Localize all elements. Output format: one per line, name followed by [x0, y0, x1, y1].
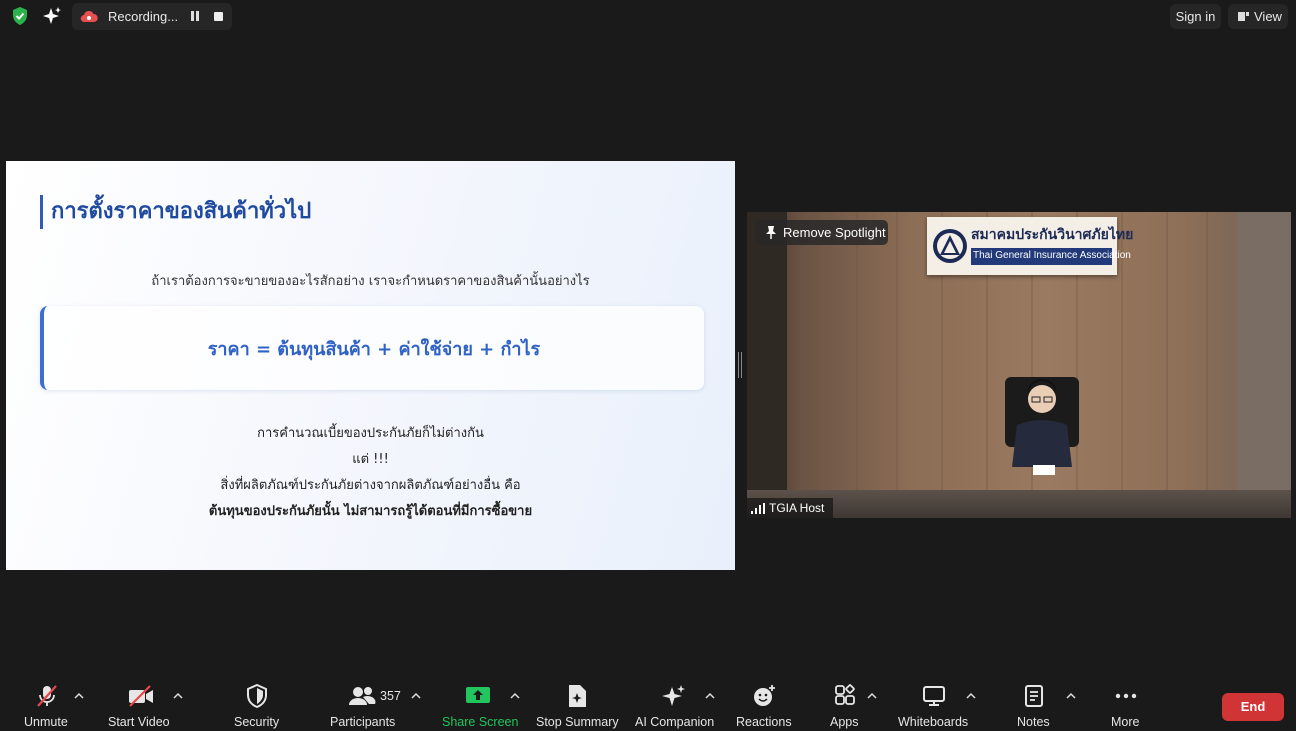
participant-name: TGIA Host — [769, 501, 825, 515]
summary-document-icon — [569, 685, 586, 707]
share-screen-button[interactable]: Share Screen — [440, 676, 518, 731]
notes-options-chevron-up-icon[interactable] — [1066, 692, 1076, 700]
video-options-chevron-up-icon[interactable] — [173, 692, 183, 700]
unmute-label: Unmute — [24, 715, 68, 729]
notes-label: Notes — [1017, 715, 1050, 729]
sign-in-button[interactable]: Sign in — [1170, 4, 1221, 29]
participants-icon — [349, 687, 376, 705]
association-logo-icon — [933, 229, 967, 263]
whiteboard-icon — [923, 686, 945, 706]
unmute-button[interactable]: Unmute — [18, 676, 76, 731]
security-button[interactable]: Security — [226, 676, 286, 731]
ai-companion-label: AI Companion — [635, 715, 715, 729]
apps-button[interactable]: Apps — [826, 676, 864, 731]
start-video-button[interactable]: Start Video — [104, 676, 178, 731]
audio-options-chevron-up-icon[interactable] — [74, 692, 84, 700]
ai-companion-options-chevron-up-icon[interactable] — [705, 692, 715, 700]
slide-text-line-3: สิ่งที่ผลิตภัณฑ์ประกันภัยต่างจากผลิตภัณฑ… — [220, 478, 521, 493]
more-dots-icon — [1115, 693, 1137, 699]
shield-check-icon[interactable] — [10, 6, 30, 26]
stop-summary-label: Stop Summary — [536, 715, 619, 729]
shared-screen-slide: การตั้งราคาของสินค้าทั่วไป ถ้าเราต้องการ… — [6, 161, 735, 570]
end-meeting-button[interactable]: End — [1222, 693, 1284, 721]
whiteboards-button[interactable]: Whiteboards — [896, 676, 972, 731]
price-formula: ราคา = ต้นทุนสินค้า + ค่าใช้จ่าย + กำไร — [207, 339, 541, 360]
security-shield-icon — [247, 684, 267, 708]
remove-spotlight-label: Remove Spotlight — [783, 225, 886, 240]
participant-video-tile[interactable]: สมาคมประกันวินาศภัยไทย Thai General Insu… — [747, 212, 1291, 518]
notes-button[interactable]: Notes — [1012, 676, 1056, 731]
apps-label: Apps — [830, 715, 859, 729]
reaction-smiley-icon — [754, 685, 775, 706]
view-layout-icon — [1238, 12, 1249, 21]
recording-indicator[interactable]: Recording... — [72, 3, 232, 30]
ai-companion-sparkle-icon — [662, 685, 685, 706]
logo-english-text: Thai General Insurance Association — [973, 250, 1131, 261]
meeting-top-bar: Recording... Sign in View — [0, 0, 1296, 34]
apps-grid-icon — [835, 684, 855, 705]
recording-label: Recording... — [108, 9, 179, 24]
share-screen-icon — [466, 687, 490, 703]
more-label: More — [1111, 715, 1140, 729]
participants-options-chevron-up-icon[interactable] — [411, 692, 421, 700]
participant-name-tag: TGIA Host — [747, 498, 833, 518]
whiteboards-label: Whiteboards — [898, 715, 969, 729]
participants-label: Participants — [330, 715, 396, 729]
share-options-chevron-up-icon[interactable] — [510, 692, 520, 700]
remove-spotlight-button[interactable]: Remove Spotlight — [755, 220, 888, 245]
notes-icon — [1025, 685, 1043, 707]
slide-text-line-4: ต้นทุนของประกันภัยนั้น ไม่สามารถรู้ได้ตอ… — [208, 504, 533, 519]
reactions-label: Reactions — [736, 715, 792, 729]
panel-resize-handle[interactable] — [738, 352, 742, 378]
start-video-label: Start Video — [108, 715, 170, 729]
share-screen-label: Share Screen — [442, 715, 519, 729]
ai-sparkle-icon[interactable] — [42, 6, 62, 26]
presenter-figure — [1005, 377, 1079, 475]
pin-icon — [766, 226, 776, 239]
whiteboards-options-chevron-up-icon[interactable] — [966, 692, 976, 700]
apps-options-chevron-up-icon[interactable] — [867, 692, 877, 700]
slide-title: การตั้งราคาของสินค้าทั่วไป — [51, 199, 312, 224]
stop-summary-button[interactable]: Stop Summary — [534, 676, 622, 731]
meeting-toolbar: Unmute Start Video Security 357 Particip… — [0, 676, 1296, 731]
slide-question: ถ้าเราต้องการจะขายของอะไรสักอย่าง เราจะก… — [151, 274, 590, 289]
participants-count: 357 — [380, 689, 401, 703]
security-label: Security — [234, 715, 280, 729]
muted-microphone-icon — [37, 685, 57, 707]
stop-recording-icon[interactable] — [214, 12, 223, 21]
slide-text-line-2: แต่ !!! — [352, 452, 389, 467]
cloud-recording-icon — [80, 10, 98, 23]
ai-companion-button[interactable]: AI Companion — [633, 676, 717, 731]
pause-recording-icon[interactable] — [190, 11, 200, 22]
video-off-icon — [129, 685, 153, 707]
signal-strength-icon — [751, 503, 765, 514]
title-accent-bar — [40, 195, 43, 229]
reactions-button[interactable]: Reactions — [734, 676, 794, 731]
logo-thai-text: สมาคมประกันวินาศภัยไทย — [971, 227, 1134, 243]
association-logo-board: สมาคมประกันวินาศภัยไทย Thai General Insu… — [927, 217, 1133, 275]
formula-box: ราคา = ต้นทุนสินค้า + ค่าใช้จ่าย + กำไร — [40, 306, 704, 390]
view-label: View — [1254, 9, 1282, 24]
more-button[interactable]: More — [1104, 676, 1148, 731]
view-button[interactable]: View — [1228, 4, 1288, 29]
participants-button[interactable]: 357 Participants — [326, 676, 410, 731]
slide-text-line-1: การคำนวณเบี้ยของประกันภัยก็ไม่ต่างกัน — [257, 426, 484, 441]
